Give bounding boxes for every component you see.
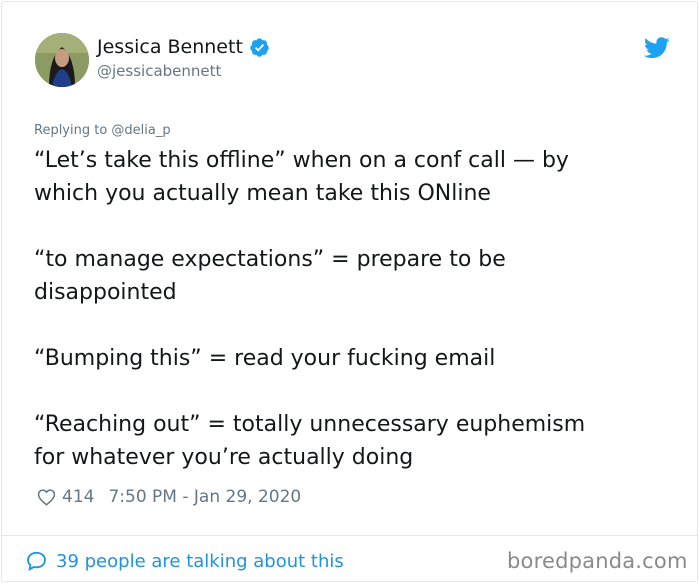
twitter-bird-icon[interactable] <box>644 37 670 59</box>
tweet-text: “Let’s take this offline” when on a conf… <box>34 144 674 474</box>
conversation-link[interactable]: 39 people are talking about this <box>25 548 344 574</box>
tweet-line: for whatever you’re actually doing <box>34 445 414 470</box>
like-count[interactable]: 414 <box>62 487 94 507</box>
speech-bubble-icon <box>27 551 46 571</box>
tweet-line-break <box>34 210 674 243</box>
verified-badge-icon <box>250 37 269 57</box>
replying-to[interactable]: Replying to @delia_p <box>34 123 171 139</box>
timestamp[interactable]: 7:50 PM - Jan 29, 2020 <box>108 487 301 507</box>
author-name-row: Jessica Bennett <box>97 34 270 60</box>
tweet-line: “to manage expectations” = prepare to be <box>34 247 506 272</box>
tweet-line: which you actually mean take this ONline <box>34 181 491 206</box>
tweet-meta: 414 7:50 PM - Jan 29, 2020 <box>36 484 301 510</box>
tweet-line: “Bumping this” = read your fucking email <box>34 346 496 371</box>
author-block: Jessica Bennett @jessicabennett <box>97 34 270 80</box>
tweet-line-break <box>34 375 674 408</box>
watermark: boredpanda.com <box>507 549 688 573</box>
talking-count[interactable]: 39 people are talking about this <box>56 551 344 572</box>
divider <box>2 535 697 536</box>
tweet-card: Jessica Bennett @jessicabennett Replying… <box>1 1 698 582</box>
tweet-line: “Reaching out” = totally unnecessary eup… <box>34 412 586 437</box>
author-name[interactable]: Jessica Bennett <box>97 34 243 60</box>
tweet-line: disappointed <box>34 280 177 305</box>
avatar[interactable] <box>35 33 89 87</box>
tweet-line-break <box>34 309 674 342</box>
author-handle[interactable]: @jessicabennett <box>97 62 270 80</box>
tweet-line: “Let’s take this offline” when on a conf… <box>34 148 569 173</box>
heart-icon[interactable] <box>36 487 57 507</box>
